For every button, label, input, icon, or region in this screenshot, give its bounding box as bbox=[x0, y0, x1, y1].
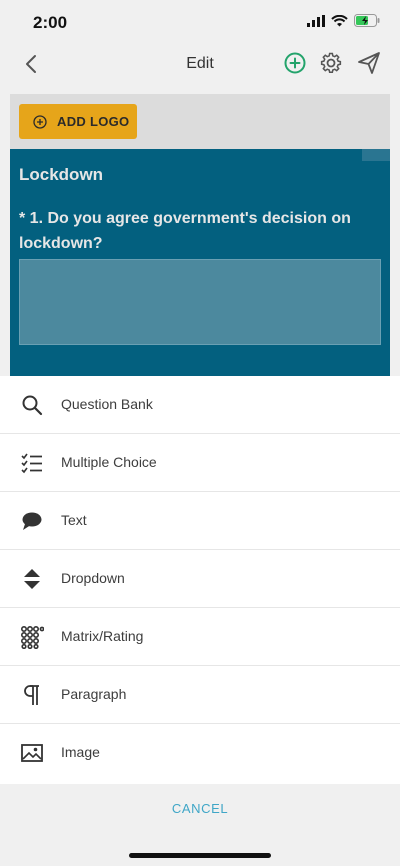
speech-bubble-icon bbox=[22, 512, 42, 530]
answer-text-box bbox=[19, 259, 381, 345]
add-question-sheet: Question Bank Multiple Choice Text Dropd… bbox=[0, 376, 400, 784]
menu-item-image[interactable]: Image bbox=[0, 724, 400, 782]
menu-item-label: Dropdown bbox=[61, 570, 125, 586]
survey-preview: ADD LOGO Lockdown * 1. Do you agree gove… bbox=[10, 94, 390, 394]
image-icon bbox=[21, 744, 43, 762]
status-icons bbox=[307, 14, 380, 27]
add-circle-icon bbox=[33, 114, 47, 129]
grid-dots-icon bbox=[20, 625, 44, 649]
menu-item-label: Question Bank bbox=[61, 396, 153, 412]
menu-item-text[interactable]: Text bbox=[0, 492, 400, 550]
add-logo-label: ADD LOGO bbox=[57, 114, 130, 129]
battery-charging-icon bbox=[354, 14, 380, 27]
pilcrow-icon bbox=[24, 685, 39, 705]
status-bar: 2:00 bbox=[0, 0, 400, 44]
cancel-label: CANCEL bbox=[171, 801, 229, 816]
menu-item-multiple-choice[interactable]: Multiple Choice bbox=[0, 434, 400, 492]
send-paper-plane-icon[interactable] bbox=[356, 50, 382, 76]
add-circle-icon[interactable] bbox=[282, 50, 308, 76]
cancel-button[interactable]: CANCEL bbox=[0, 784, 400, 834]
home-indicator[interactable] bbox=[129, 853, 271, 858]
collapse-chevron-icon[interactable] bbox=[362, 149, 390, 161]
nav-bar: Edit bbox=[0, 44, 400, 86]
menu-item-label: Multiple Choice bbox=[61, 454, 157, 470]
menu-item-matrix-rating[interactable]: Matrix/Rating bbox=[0, 608, 400, 666]
gear-icon[interactable] bbox=[318, 50, 344, 76]
wifi-icon bbox=[331, 14, 348, 26]
search-icon bbox=[22, 395, 43, 416]
checklist-icon bbox=[21, 453, 42, 474]
question-text[interactable]: * 1. Do you agree government's decision … bbox=[19, 206, 379, 256]
menu-item-label: Paragraph bbox=[61, 686, 127, 702]
survey-page: Lockdown * 1. Do you agree government's … bbox=[10, 149, 390, 394]
survey-title[interactable]: Lockdown bbox=[19, 165, 103, 185]
up-down-arrows-icon bbox=[24, 569, 40, 589]
menu-item-label: Image bbox=[61, 744, 100, 760]
menu-item-dropdown[interactable]: Dropdown bbox=[0, 550, 400, 608]
menu-item-question-bank[interactable]: Question Bank bbox=[0, 376, 400, 434]
menu-item-label: Text bbox=[61, 512, 87, 528]
status-time: 2:00 bbox=[33, 13, 68, 32]
menu-item-paragraph[interactable]: Paragraph bbox=[0, 666, 400, 724]
menu-item-label: Matrix/Rating bbox=[61, 628, 144, 644]
add-logo-button[interactable]: ADD LOGO bbox=[19, 104, 137, 139]
cellular-signal-icon bbox=[307, 14, 325, 27]
